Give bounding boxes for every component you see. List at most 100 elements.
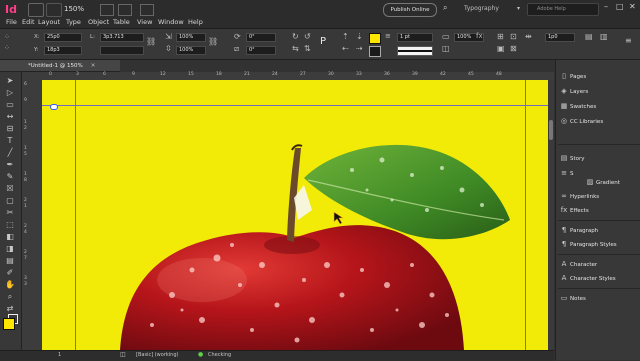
panel-pages[interactable]: ▯ Pages bbox=[558, 70, 640, 82]
height-field[interactable] bbox=[100, 46, 144, 55]
menu-type[interactable]: Type bbox=[66, 18, 81, 26]
fit-frame-icon[interactable]: ▣ bbox=[497, 44, 505, 53]
stock-icon[interactable] bbox=[46, 3, 62, 17]
gradient-swatch-tool-icon[interactable]: ◧ bbox=[4, 232, 16, 242]
workspace-switcher[interactable]: Typography ▾ bbox=[464, 3, 520, 15]
effects-fx-icon[interactable]: ◫ bbox=[442, 44, 450, 53]
menu-view[interactable]: View bbox=[137, 18, 152, 26]
apple-image[interactable] bbox=[42, 80, 554, 350]
scissors-tool-icon[interactable]: ✂ bbox=[4, 208, 16, 218]
y-field[interactable]: 18p3 bbox=[44, 46, 82, 55]
hand-tool-icon[interactable]: ✋ bbox=[4, 280, 16, 290]
link-scale-icon[interactable]: ⛓ bbox=[208, 37, 218, 46]
zoom-level[interactable]: 150% bbox=[64, 5, 84, 13]
drop-shadow-icon[interactable]: ▭ bbox=[442, 32, 450, 41]
page-tool-icon[interactable]: ▭ bbox=[4, 100, 16, 110]
search-stock-icon[interactable]: ⌕ bbox=[443, 3, 455, 15]
publish-online-button[interactable]: Publish Online bbox=[383, 3, 437, 17]
menu-table[interactable]: Table bbox=[113, 18, 130, 26]
constrain-proportions-icon[interactable]: ⛓ bbox=[146, 37, 156, 46]
select-next-icon[interactable]: ⇢ bbox=[356, 44, 363, 53]
rotate-ccw-icon[interactable]: ↺ bbox=[304, 32, 311, 41]
screen-mode-icon[interactable] bbox=[118, 4, 132, 16]
menu-layout[interactable]: Layout bbox=[38, 18, 60, 26]
center-content-icon[interactable]: ⊠ bbox=[510, 44, 517, 53]
vertical-ruler[interactable]: 6 9 1 2 1 5 1 8 2 1 2 4 2 7 3 3 bbox=[22, 80, 43, 350]
fx-icon[interactable]: fx bbox=[476, 32, 483, 40]
scrollbar-thumb[interactable] bbox=[549, 120, 553, 140]
zoom-tool-icon[interactable]: ⌕ bbox=[4, 292, 16, 302]
rotate-cw-icon[interactable]: ↻ bbox=[292, 32, 299, 41]
spacing-field[interactable]: 1p0 bbox=[545, 33, 575, 42]
gap-tool-icon[interactable]: ↔ bbox=[4, 112, 16, 122]
close-tab-icon[interactable]: ✕ bbox=[91, 63, 96, 69]
fill-swatch[interactable] bbox=[3, 318, 15, 330]
maximize-button[interactable]: □ bbox=[616, 2, 624, 11]
stroke-weight-field[interactable]: 1 pt bbox=[397, 33, 433, 42]
free-transform-tool-icon[interactable]: ⬚ bbox=[4, 220, 16, 230]
panel-character-styles[interactable]: A Character Styles bbox=[558, 272, 640, 284]
pen-tool-icon[interactable]: ✒ bbox=[4, 160, 16, 170]
fit-content-icon[interactable]: ⊡ bbox=[510, 32, 517, 41]
panel-paragraph[interactable]: ¶ Paragraph bbox=[558, 224, 640, 236]
reference-point-icon-2[interactable]: ⁘ bbox=[4, 44, 10, 52]
menu-file[interactable]: File bbox=[6, 18, 17, 26]
default-colors-icon[interactable]: ⇄ bbox=[4, 304, 16, 314]
minimize-button[interactable]: – bbox=[604, 2, 608, 11]
flip-vertical-icon[interactable]: ⇅ bbox=[304, 44, 311, 53]
panel-paragraph-styles[interactable]: ¶ Paragraph Styles bbox=[558, 238, 640, 250]
bridge-icon[interactable] bbox=[28, 3, 44, 17]
gradient-feather-tool-icon[interactable]: ◨ bbox=[4, 244, 16, 254]
panel-cc-libraries[interactable]: ◎ CC Libraries bbox=[558, 115, 640, 127]
selection-tool-icon[interactable]: ➤ bbox=[4, 76, 16, 86]
menu-object[interactable]: Object bbox=[88, 18, 109, 26]
frame-fitting-icon[interactable]: ⊞ bbox=[497, 32, 504, 41]
arrange-documents-icon[interactable] bbox=[140, 4, 154, 16]
panel-layers[interactable]: ◈ Layers bbox=[558, 85, 640, 97]
rotate-field[interactable]: 0° bbox=[246, 33, 276, 42]
line-tool-icon[interactable]: ╱ bbox=[4, 148, 16, 158]
selection-handle[interactable] bbox=[50, 104, 58, 110]
x-field[interactable]: 25p0 bbox=[44, 33, 82, 42]
menu-window[interactable]: Window bbox=[158, 18, 184, 26]
control-menu-icon[interactable]: ≡ bbox=[625, 36, 632, 45]
length-field[interactable]: 3p3.713 bbox=[100, 33, 144, 42]
panel-character[interactable]: A Character bbox=[558, 258, 640, 270]
view-options-icon[interactable] bbox=[100, 4, 114, 16]
eyedropper-tool-icon[interactable]: ✐ bbox=[4, 268, 16, 278]
panel-gradient[interactable]: ▨ Gradient bbox=[584, 176, 640, 188]
panel-effects[interactable]: fx Effects bbox=[558, 204, 640, 216]
menu-help[interactable]: Help bbox=[188, 18, 203, 26]
vertical-scrollbar[interactable] bbox=[548, 80, 554, 350]
close-button[interactable]: ✕ bbox=[629, 2, 636, 11]
direct-selection-tool-icon[interactable]: ▷ bbox=[4, 88, 16, 98]
scale-y-field[interactable]: 100% bbox=[176, 46, 206, 55]
type-tool-icon[interactable]: T bbox=[4, 136, 16, 146]
panel-notes[interactable]: ▭ Notes bbox=[558, 292, 640, 304]
pencil-tool-icon[interactable]: ✎ bbox=[4, 172, 16, 182]
help-search-input[interactable]: Adobe Help bbox=[527, 3, 599, 16]
style-indicator[interactable]: [Basic] (working) bbox=[136, 352, 178, 358]
reference-point-icon[interactable]: ⁘ bbox=[4, 33, 10, 41]
rectangle-tool-icon[interactable]: ▢ bbox=[4, 196, 16, 206]
note-tool-icon[interactable]: ▤ bbox=[4, 256, 16, 266]
select-container-icon[interactable]: ⇡ bbox=[342, 32, 349, 41]
select-content-icon[interactable]: ⇣ bbox=[356, 32, 363, 41]
stroke-color-swatch[interactable] bbox=[369, 46, 381, 57]
preflight-status[interactable]: Checking bbox=[208, 352, 231, 358]
panel-swatches[interactable]: ▦ Swatches bbox=[558, 100, 640, 112]
page-number[interactable]: 1 bbox=[58, 352, 61, 358]
scale-x-field[interactable]: 100% bbox=[176, 33, 206, 42]
rectangle-frame-tool-icon[interactable]: ☒ bbox=[4, 184, 16, 194]
select-previous-icon[interactable]: ⇠ bbox=[342, 44, 349, 53]
align-icon[interactable]: ▥ bbox=[600, 32, 608, 41]
content-collector-icon[interactable]: ⊟ bbox=[4, 124, 16, 134]
document-tab[interactable]: *Untitled-1 @ 150% ✕ bbox=[0, 60, 120, 72]
text-wrap-icon[interactable]: ▤ bbox=[585, 32, 593, 41]
document-page[interactable] bbox=[42, 80, 554, 350]
stroke-type-select[interactable] bbox=[397, 46, 433, 56]
shear-field[interactable]: 0° bbox=[246, 46, 276, 55]
fill-color-swatch[interactable] bbox=[369, 33, 381, 44]
panel-hyperlinks[interactable]: ∞ Hyperlinks bbox=[558, 190, 640, 202]
flip-horizontal-icon[interactable]: ⇆ bbox=[292, 44, 299, 53]
